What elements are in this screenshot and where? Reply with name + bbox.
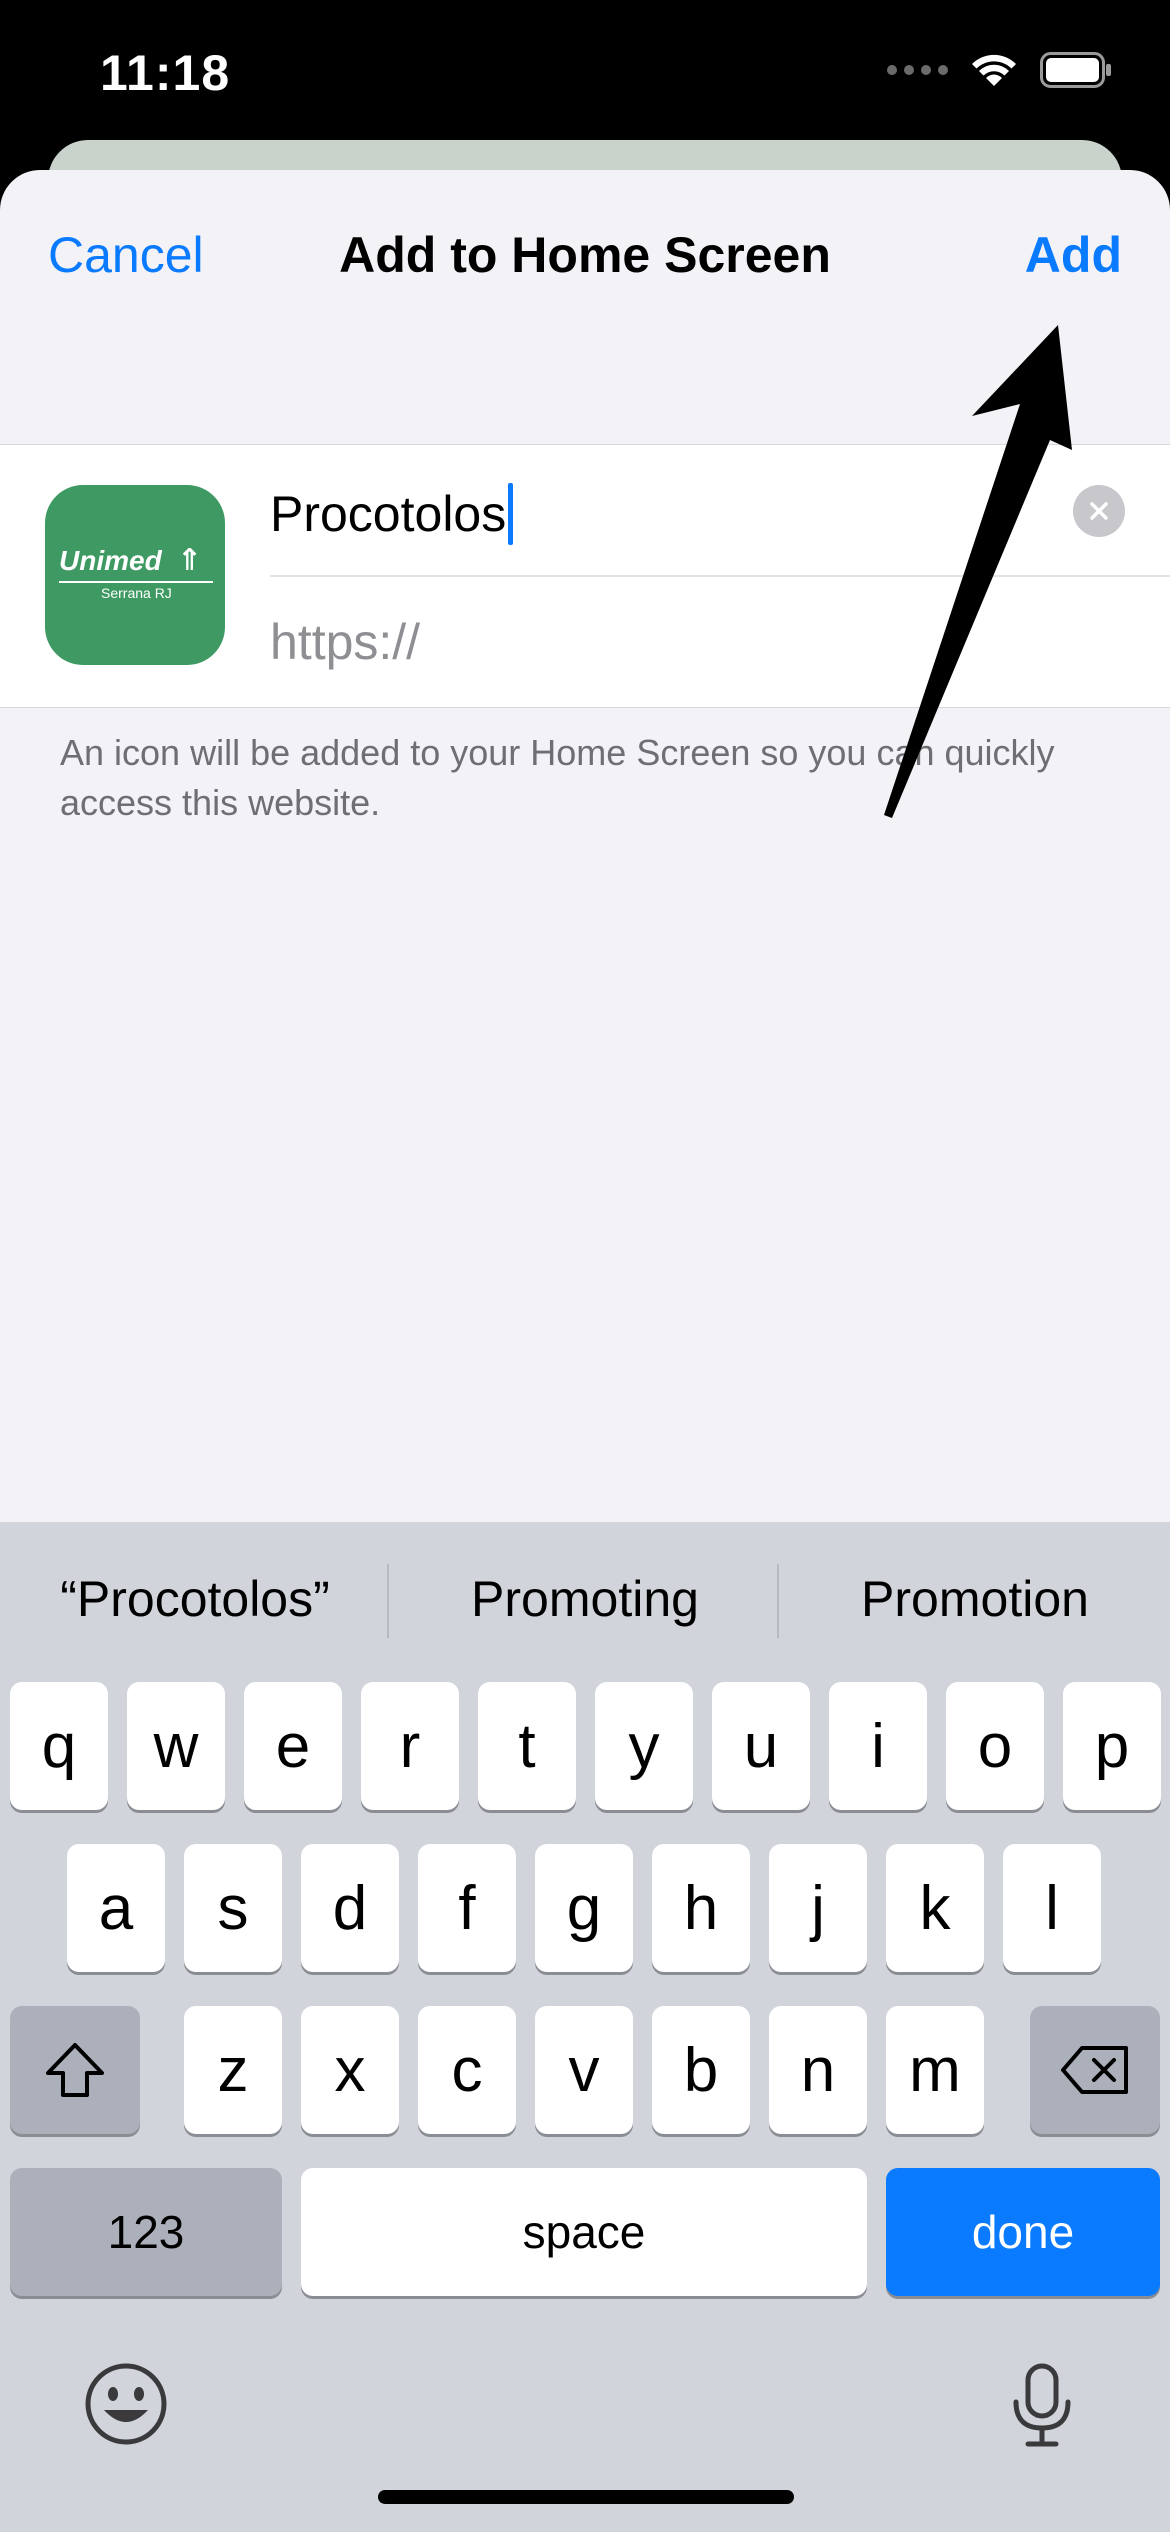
key-v[interactable]: v [535,2006,633,2134]
key-d[interactable]: d [301,1844,399,1972]
add-button[interactable]: Add [1025,226,1122,284]
key-w[interactable]: w [127,1682,225,1810]
key-c[interactable]: c [418,2006,516,2134]
home-indicator [378,2490,794,2504]
suggestion-bar: “Procotolos” Promoting Promotion [0,1522,1170,1672]
delete-backspace-icon [1061,2046,1128,2094]
name-field-value: Procotolos [270,486,507,542]
key-g[interactable]: g [535,1844,633,1972]
key-l[interactable]: l [1003,1844,1101,1972]
key-u[interactable]: u [712,1682,810,1810]
suggestion-item[interactable]: Promoting [390,1570,780,1628]
key-q[interactable]: q [10,1682,108,1810]
wifi-icon [972,54,1016,86]
done-key[interactable]: done [886,2168,1160,2296]
unimed-logo-mark: ⇑ [177,544,203,577]
site-icon: Unimed ⇑ Serrana RJ [45,485,225,665]
key-h[interactable]: h [652,1844,750,1972]
key-t[interactable]: t [478,1682,576,1810]
text-cursor [508,483,514,545]
key-n[interactable]: n [769,2006,867,2134]
delete-key[interactable] [1030,2006,1160,2134]
clear-x-icon [1090,502,1108,520]
suggestion-divider [777,1564,779,1638]
site-icon-divider [59,581,213,583]
url-field: https:// [270,614,421,670]
key-z[interactable]: z [184,2006,282,2134]
clear-text-button[interactable] [1073,485,1125,537]
key-x[interactable]: x [301,2006,399,2134]
name-field[interactable]: Procotolos [270,445,1170,577]
key-i[interactable]: i [829,1682,927,1810]
key-p[interactable]: p [1063,1682,1161,1810]
key-k[interactable]: k [886,1844,984,1972]
key-f[interactable]: f [418,1844,516,1972]
keyboard: “Procotolos” Promoting Promotion q w e r… [0,1522,1170,2532]
cancel-button[interactable]: Cancel [48,226,204,284]
space-key[interactable]: space [301,2168,867,2296]
dictation-button[interactable] [1010,2362,1074,2455]
key-b[interactable]: b [652,2006,750,2134]
key-s[interactable]: s [184,1844,282,1972]
key-m[interactable]: m [886,2006,984,2134]
status-icons [887,52,1112,88]
status-time: 11:18 [100,45,231,101]
suggestion-item[interactable]: “Procotolos” [0,1570,390,1628]
emoji-icon [85,2363,167,2445]
key-j[interactable]: j [769,1844,867,1972]
hint-text: An icon will be added to your Home Scree… [60,732,1055,823]
shift-icon [46,2043,104,2097]
key-e[interactable]: e [244,1682,342,1810]
key-o[interactable]: o [946,1682,1044,1810]
key-r[interactable]: r [361,1682,459,1810]
key-y[interactable]: y [595,1682,693,1810]
site-icon-brand: Unimed [59,545,162,576]
emoji-button[interactable] [84,2362,168,2451]
numbers-key[interactable]: 123 [10,2168,282,2296]
suggestion-item[interactable]: Promotion [780,1570,1170,1628]
shift-key[interactable] [10,2006,140,2134]
microphone-icon [1013,2363,1071,2447]
suggestion-divider [387,1564,389,1638]
battery-icon [1040,52,1111,88]
bookmark-form: Unimed ⇑ Serrana RJ Procotolos https:// [0,444,1170,708]
status-bar: 11:18 [0,0,1170,150]
cellular-signal-icon [887,65,948,75]
key-a[interactable]: a [67,1844,165,1972]
site-icon-subtitle: Serrana RJ [101,585,172,601]
